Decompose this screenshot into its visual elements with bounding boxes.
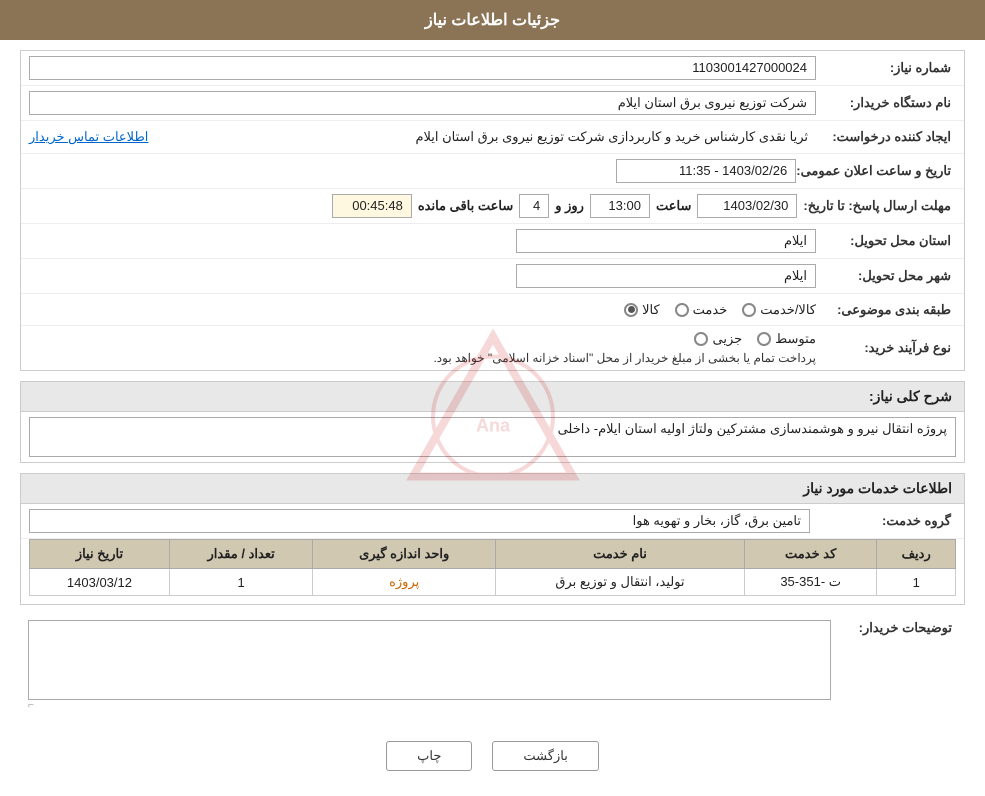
province-row: استان محل تحویل: ایلام [21, 224, 964, 259]
days-label: روز و [555, 198, 584, 214]
purchase-note: پرداخت تمام یا بخشی از مبلغ خریدار از مح… [29, 351, 816, 365]
buyer-desc-section: توضیحات خریدار: ⌐ [20, 615, 965, 716]
service-group-label: گروه خدمت: [816, 513, 956, 529]
category-kala-khidmat[interactable]: کالا/خدمت [742, 302, 816, 318]
purchase-type-row: نوع فرآیند خرید: متوسط جزیی پرداخت تمام … [21, 326, 964, 370]
mutavasset-label: متوسط [775, 331, 816, 347]
days-value: 4 [519, 194, 549, 218]
page-title: جزئیات اطلاعات نیاز [425, 12, 560, 29]
cell-unit: پروژه [313, 569, 496, 596]
juzii-label: جزیی [712, 331, 742, 347]
purchase-type-area: متوسط جزیی پرداخت تمام یا بخشی از مبلغ خ… [29, 331, 816, 365]
col-service-code: کد خدمت [744, 540, 876, 569]
services-info: گروه خدمت: تامین برق، گاز، بخار و تهویه … [20, 503, 965, 605]
service-table: ردیف کد خدمت نام خدمت واحد اندازه گیری ت… [29, 539, 956, 596]
category-radio-group: کالا/خدمت خدمت کالا [624, 302, 816, 318]
print-button[interactable]: چاپ [386, 741, 472, 771]
service-group-row: گروه خدمت: تامین برق، گاز، بخار و تهویه … [21, 504, 964, 539]
buyer-desc-value [28, 620, 831, 700]
category-khidmat[interactable]: خدمت [675, 302, 728, 318]
page-header: جزئیات اطلاعات نیاز [0, 0, 985, 40]
description-box: پروژه انتقال نیرو و هوشمندسازی مشترکین و… [20, 411, 965, 463]
city-row: شهر محل تحویل: ایلام [21, 259, 964, 294]
col-date: تاریخ نیاز [30, 540, 170, 569]
contact-link[interactable]: اطلاعات تماس خریدار [29, 129, 148, 145]
description-section: شرح کلی نیاز: پروژه انتقال نیرو و هوشمند… [20, 381, 965, 463]
buyer-desc-label: توضیحات خریدار: [837, 620, 957, 636]
cell-date: 1403/03/12 [30, 569, 170, 596]
city-label: شهر محل تحویل: [816, 268, 956, 284]
buyer-desc-row: توضیحات خریدار: ⌐ [20, 615, 965, 716]
buyer-org-row: نام دستگاه خریدار: شرکت توزیع نیروی برق … [21, 86, 964, 121]
announce-date-value: 1403/02/26 - 11:35 [616, 159, 796, 183]
main-info-section: شماره نیاز: 1103001427000024 نام دستگاه … [20, 50, 965, 371]
response-deadline-row: مهلت ارسال پاسخ: تا تاریخ: 1403/02/30 سا… [21, 189, 964, 224]
response-time-value: 13:00 [590, 194, 650, 218]
response-deadline-label: مهلت ارسال پاسخ: تا تاریخ: [803, 198, 956, 214]
created-by-label: ایجاد کننده درخواست: [816, 129, 956, 145]
mutavasset-radio[interactable] [757, 332, 771, 346]
service-table-wrapper: ردیف کد خدمت نام خدمت واحد اندازه گیری ت… [21, 539, 964, 604]
kala-label: کالا [642, 302, 660, 318]
description-section-title: شرح کلی نیاز: [20, 381, 965, 411]
category-label: طبقه بندی موضوعی: [816, 302, 956, 318]
juzii-radio[interactable] [694, 332, 708, 346]
announce-date-label: تاریخ و ساعت اعلان عمومی: [796, 163, 956, 179]
kala-radio[interactable] [624, 303, 638, 317]
response-time-label: ساعت [656, 198, 691, 214]
khidmat-radio[interactable] [675, 303, 689, 317]
table-row: 1 ت -351-35 تولید، انتقال و توزیع برق پر… [30, 569, 956, 596]
purchase-radio-group: متوسط جزیی [29, 331, 816, 347]
created-by-value: ثریا نقدی کارشناس خرید و کاربردازی شرکت … [158, 126, 816, 148]
need-number-row: شماره نیاز: 1103001427000024 [21, 51, 964, 86]
col-unit: واحد اندازه گیری [313, 540, 496, 569]
services-section: اطلاعات خدمات مورد نیاز گروه خدمت: تامین… [20, 473, 965, 605]
category-kala[interactable]: کالا [624, 302, 660, 318]
buyer-desc-box: ⌐ [28, 620, 831, 711]
kala-khidmat-radio[interactable] [742, 303, 756, 317]
need-number-value: 1103001427000024 [29, 56, 816, 80]
services-section-title: اطلاعات خدمات مورد نیاز [20, 473, 965, 503]
back-button[interactable]: بازگشت [492, 741, 598, 771]
buyer-org-label: نام دستگاه خریدار: [816, 95, 956, 111]
cell-quantity: 1 [169, 569, 312, 596]
remaining-time-value: 00:45:48 [332, 194, 412, 218]
description-row: پروژه انتقال نیرو و هوشمندسازی مشترکین و… [21, 412, 964, 462]
type-juzii[interactable]: جزیی [694, 331, 742, 347]
purchase-type-label: نوع فرآیند خرید: [816, 340, 956, 356]
kala-khidmat-label: کالا/خدمت [760, 302, 816, 318]
announce-date-row: تاریخ و ساعت اعلان عمومی: 1403/02/26 - 1… [21, 154, 964, 189]
remaining-label: ساعت باقی مانده [418, 198, 513, 214]
need-number-label: شماره نیاز: [816, 60, 956, 76]
response-date-value: 1403/02/30 [697, 194, 797, 218]
buyer-org-value: شرکت توزیع نیروی برق استان ایلام [29, 91, 816, 115]
cell-service-name: تولید، انتقال و توزیع برق [495, 569, 744, 596]
col-row-num: ردیف [877, 540, 956, 569]
city-value: ایلام [516, 264, 816, 288]
khidmat-label: خدمت [693, 302, 728, 318]
button-row: بازگشت چاپ [20, 726, 965, 786]
cell-service-code: ت -351-35 [744, 569, 876, 596]
col-service-name: نام خدمت [495, 540, 744, 569]
description-value: پروژه انتقال نیرو و هوشمندسازی مشترکین و… [29, 417, 956, 457]
province-label: استان محل تحویل: [816, 233, 956, 249]
col-quantity: تعداد / مقدار [169, 540, 312, 569]
type-mutavasset[interactable]: متوسط [757, 331, 816, 347]
service-group-value: تامین برق، گاز، بخار و تهویه هوا [29, 509, 810, 533]
category-row: طبقه بندی موضوعی: کالا/خدمت خدمت کالا [21, 294, 964, 326]
created-by-row: ایجاد کننده درخواست: ثریا نقدی کارشناس خ… [21, 121, 964, 154]
cell-row-num: 1 [877, 569, 956, 596]
province-value: ایلام [516, 229, 816, 253]
